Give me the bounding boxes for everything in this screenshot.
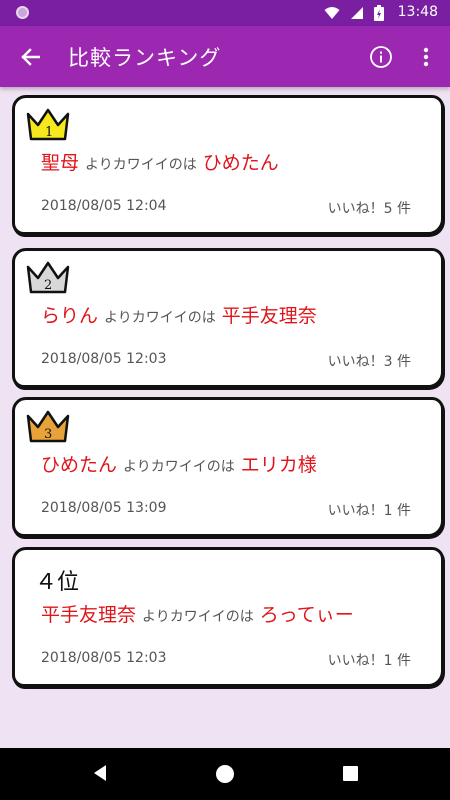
info-icon — [370, 46, 392, 68]
winner-name: ひめたん — [41, 454, 118, 476]
comparison-text: よりカワイイのは — [104, 310, 216, 326]
signal-icon — [351, 7, 363, 19]
silver-crown-icon: 2 — [26, 261, 70, 294]
ranking-card[interactable]: 1 聖母 よりカワイイのは ひめたん 2018/08/05 12:04 いいね！5 … — [12, 95, 444, 235]
status-time: 13:48 — [397, 4, 438, 20]
comparison-line: 平手友理奈 よりカワイイのは ろってぃー — [41, 600, 354, 627]
timestamp: 2018/08/05 12:03 — [41, 351, 167, 367]
timestamp: 2018/08/05 13:09 — [41, 500, 167, 516]
gold-crown-icon: 1 — [26, 108, 70, 141]
loser-name: ひめたん — [202, 152, 279, 174]
winner-name: らりん — [41, 305, 99, 327]
ranking-card[interactable]: ４位 平手友理奈 よりカワイイのは ろってぃー 2018/08/05 12:03 い… — [12, 547, 444, 687]
comparison-line: らりん よりカワイイのは 平手友理奈 — [41, 301, 317, 328]
likes-count: いいね！3 件 — [327, 354, 411, 370]
likes-count: いいね！1 件 — [327, 503, 411, 519]
ranking-card[interactable]: 3 ひめたん よりカワイイのは エリカ様 2018/08/05 13:09 いいね！… — [12, 397, 444, 537]
nav-home-icon[interactable] — [216, 765, 234, 783]
more-vert-icon — [423, 47, 429, 67]
battery-icon — [374, 5, 384, 21]
rank-number: 2 — [44, 278, 52, 293]
app-bar: 比較ランキング — [0, 26, 450, 87]
likes-count: いいね！5 件 — [327, 201, 411, 217]
comparison-text: よりカワイイのは — [123, 459, 235, 475]
rank-label: ４位 — [35, 570, 80, 595]
nav-recents-icon[interactable] — [343, 766, 358, 781]
nav-back-icon[interactable] — [92, 764, 108, 782]
back-button[interactable] — [14, 42, 46, 72]
ranking-card[interactable]: 2 らりん よりカワイイのは 平手友理奈 2018/08/05 12:03 いいね！… — [12, 248, 444, 388]
loser-name: ろってぃー — [259, 604, 354, 626]
comparison-text: よりカワイイのは — [85, 157, 197, 173]
likes-count: いいね！1 件 — [327, 653, 411, 669]
more-options-button[interactable] — [414, 44, 438, 70]
winner-name: 平手友理奈 — [41, 604, 137, 626]
loser-name: エリカ様 — [240, 454, 317, 476]
status-icons — [324, 5, 384, 21]
rank-number: 1 — [45, 125, 53, 140]
timestamp: 2018/08/05 12:04 — [41, 198, 167, 214]
arrow-back-icon — [21, 48, 40, 66]
timestamp: 2018/08/05 12:03 — [41, 650, 167, 666]
rank-number: 3 — [44, 427, 52, 442]
page-title: 比較ランキング — [68, 46, 222, 70]
loser-name: 平手友理奈 — [221, 305, 317, 327]
info-button[interactable] — [368, 44, 394, 70]
winner-name: 聖母 — [41, 152, 80, 174]
comparison-line: ひめたん よりカワイイのは エリカ様 — [41, 450, 317, 477]
bronze-crown-icon: 3 — [26, 410, 70, 443]
status-bar: 13:48 — [0, 0, 450, 26]
wifi-icon — [324, 7, 340, 19]
notification-icon — [16, 6, 29, 19]
comparison-text: よりカワイイのは — [142, 609, 254, 625]
navigation-bar — [0, 748, 450, 800]
comparison-line: 聖母 よりカワイイのは ひめたん — [41, 148, 279, 175]
